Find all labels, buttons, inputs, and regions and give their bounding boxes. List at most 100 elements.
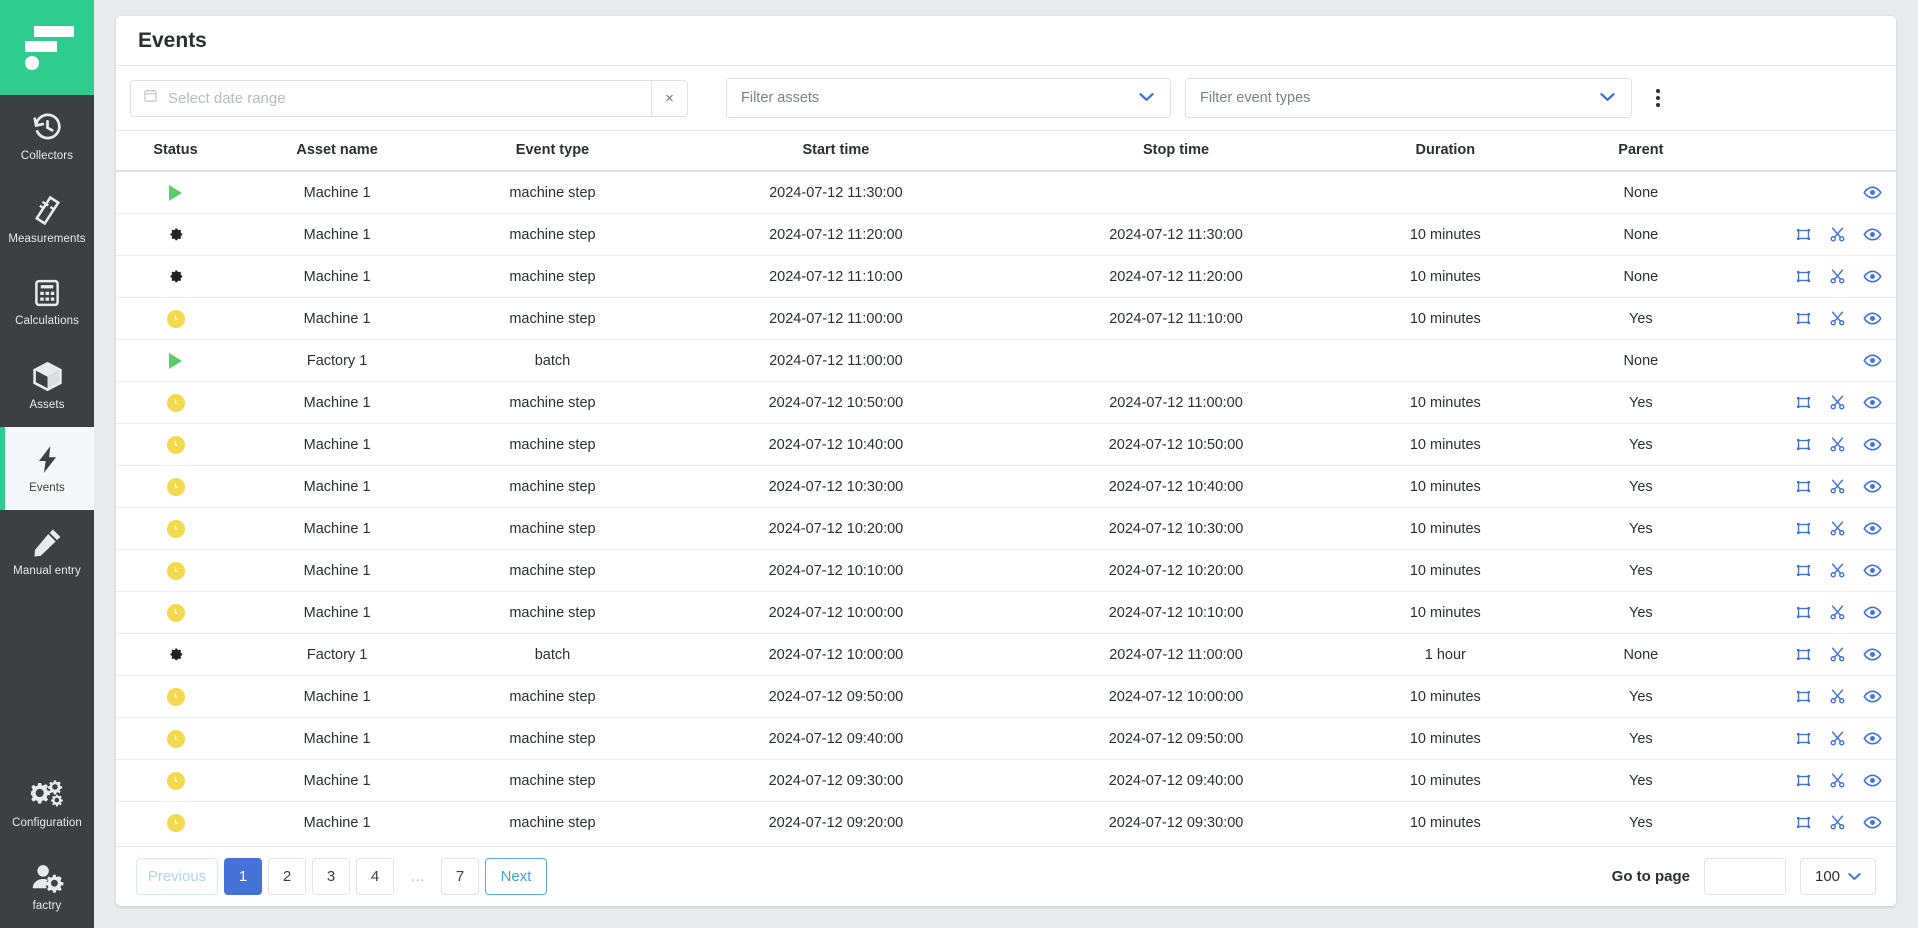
crop-icon[interactable] <box>1795 646 1812 663</box>
column-header-parent[interactable]: Parent <box>1544 131 1738 173</box>
crop-icon[interactable] <box>1795 226 1812 243</box>
table-row[interactable]: Machine 1 machine step 2024-07-12 11:20:00… <box>116 213 1896 257</box>
sidebar-item-measurements[interactable]: Measurements <box>0 178 94 261</box>
pagination-page-4[interactable]: 4 <box>356 857 394 895</box>
view-eye-icon[interactable] <box>1863 645 1882 664</box>
scissors-icon[interactable] <box>1829 436 1846 453</box>
table-row[interactable]: Factory 1 batch 2024-07-12 11:00:00 None <box>116 339 1896 383</box>
sidebar-item-manual-entry[interactable]: Manual entry <box>0 510 94 593</box>
scissors-icon[interactable] <box>1829 310 1846 327</box>
scissors-icon[interactable] <box>1829 814 1846 831</box>
go-to-page-input[interactable] <box>1704 857 1786 895</box>
date-range-input[interactable]: Select date range <box>130 79 651 117</box>
view-eye-icon[interactable] <box>1863 687 1882 706</box>
pagination-page-3[interactable]: 3 <box>312 857 350 895</box>
scissors-icon[interactable] <box>1829 394 1846 411</box>
crop-icon[interactable] <box>1795 436 1812 453</box>
pagination-previous-button[interactable]: Previous <box>136 857 218 895</box>
scissors-icon[interactable] <box>1829 478 1846 495</box>
sidebar-item-user[interactable]: factry <box>0 845 94 928</box>
crop-icon[interactable] <box>1795 604 1812 621</box>
view-eye-icon[interactable] <box>1863 183 1882 202</box>
crop-icon[interactable] <box>1795 268 1812 285</box>
sidebar-item-configuration[interactable]: Configuration <box>0 762 94 845</box>
crop-icon[interactable] <box>1795 394 1812 411</box>
sidebar-item-collectors[interactable]: Collectors <box>0 95 94 178</box>
cell-actions <box>1737 801 1896 845</box>
table-row[interactable]: Machine 1 machine step 2024-07-12 11:00:00… <box>116 297 1896 341</box>
cell-status <box>116 507 236 551</box>
scissors-icon[interactable] <box>1829 646 1846 663</box>
column-header-event-type[interactable]: Event type <box>439 131 666 173</box>
table-row[interactable]: Machine 1 machine step 2024-07-12 10:50:00… <box>116 381 1896 425</box>
clear-date-range-button[interactable]: × <box>651 79 688 117</box>
view-eye-icon[interactable] <box>1863 435 1882 454</box>
row-actions <box>1737 393 1896 412</box>
column-header-asset-name[interactable]: Asset name <box>235 131 440 173</box>
cell-actions <box>1737 381 1896 425</box>
pagination-page-7[interactable]: 7 <box>441 857 479 895</box>
view-eye-icon[interactable] <box>1863 309 1882 328</box>
crop-icon[interactable] <box>1795 478 1812 495</box>
table-row[interactable]: Machine 1 machine step 2024-07-12 10:20:00… <box>116 507 1896 551</box>
crop-icon[interactable] <box>1795 688 1812 705</box>
sidebar-item-label: Calculations <box>15 315 79 327</box>
crop-icon[interactable] <box>1795 520 1812 537</box>
view-eye-icon[interactable] <box>1863 729 1882 748</box>
view-eye-icon[interactable] <box>1863 351 1882 370</box>
scissors-icon[interactable] <box>1829 772 1846 789</box>
crop-icon[interactable] <box>1795 730 1812 747</box>
table-row[interactable]: Machine 1 machine step 2024-07-12 11:10:00… <box>116 255 1896 299</box>
column-header-duration[interactable]: Duration <box>1346 131 1545 173</box>
table-row[interactable]: Machine 1 machine step 2024-07-12 09:20:00… <box>116 801 1896 845</box>
scissors-icon[interactable] <box>1829 562 1846 579</box>
cell-status <box>116 172 236 215</box>
view-eye-icon[interactable] <box>1863 225 1882 244</box>
column-header-start-time[interactable]: Start time <box>665 131 1006 173</box>
sidebar-item-events[interactable]: Events <box>0 427 94 510</box>
table-row[interactable]: Machine 1 machine step 2024-07-12 09:30:00… <box>116 759 1896 803</box>
view-eye-icon[interactable] <box>1863 519 1882 538</box>
view-eye-icon[interactable] <box>1863 393 1882 412</box>
view-eye-icon[interactable] <box>1863 477 1882 496</box>
sidebar-item-assets[interactable]: Assets <box>0 344 94 427</box>
scissors-icon[interactable] <box>1829 604 1846 621</box>
view-eye-icon[interactable] <box>1863 267 1882 286</box>
crop-icon[interactable] <box>1795 814 1812 831</box>
table-row[interactable]: Machine 1 machine step 2024-07-12 09:50:00… <box>116 675 1896 719</box>
table-row[interactable]: Machine 1 machine step 2024-07-12 11:30:00… <box>116 172 1896 215</box>
column-header-stop-time[interactable]: Stop time <box>1005 131 1347 173</box>
crop-icon[interactable] <box>1795 310 1812 327</box>
page-size-select[interactable]: 100 <box>1800 857 1876 895</box>
table-row[interactable]: Factory 1 batch 2024-07-12 10:00:00 2024-07… <box>116 633 1896 677</box>
table-row[interactable]: Machine 1 machine step 2024-07-12 10:40:00… <box>116 423 1896 467</box>
table-row[interactable]: Machine 1 machine step 2024-07-12 10:00:00… <box>116 591 1896 635</box>
scissors-icon[interactable] <box>1829 730 1846 747</box>
status-pending-icon <box>116 519 235 538</box>
pagination-page-1[interactable]: 1 <box>224 857 262 895</box>
crop-icon[interactable] <box>1795 772 1812 789</box>
table-row[interactable]: Machine 1 machine step 2024-07-12 09:40:00… <box>116 717 1896 761</box>
view-eye-icon[interactable] <box>1863 561 1882 580</box>
view-eye-icon[interactable] <box>1863 603 1882 622</box>
cell-status <box>116 801 236 845</box>
view-eye-icon[interactable] <box>1863 813 1882 832</box>
kebab-menu-icon[interactable] <box>1638 78 1678 118</box>
filter-assets-select[interactable]: Filter assets <box>726 78 1171 119</box>
pagination-page-2[interactable]: 2 <box>268 857 306 895</box>
sidebar-item-calculations[interactable]: Calculations <box>0 261 94 344</box>
table-row[interactable]: Machine 1 machine step 2024-07-12 10:30:00… <box>116 465 1896 509</box>
view-eye-icon[interactable] <box>1863 771 1882 790</box>
scissors-icon[interactable] <box>1829 226 1846 243</box>
pagination-next-button[interactable]: Next <box>485 857 547 895</box>
crop-icon[interactable] <box>1795 562 1812 579</box>
scissors-icon[interactable] <box>1829 520 1846 537</box>
brand-logo[interactable] <box>0 0 94 95</box>
table-row[interactable]: Machine 1 machine step 2024-07-12 10:10:00… <box>116 549 1896 593</box>
table-body-scroll[interactable]: Machine 1 machine step 2024-07-12 11:30:00… <box>116 172 1896 846</box>
scissors-icon[interactable] <box>1829 268 1846 285</box>
scissors-icon[interactable] <box>1829 688 1846 705</box>
cell-actions <box>1737 633 1896 677</box>
filter-event-types-select[interactable]: Filter event types <box>1185 78 1632 119</box>
column-header-status[interactable]: Status <box>116 131 236 173</box>
